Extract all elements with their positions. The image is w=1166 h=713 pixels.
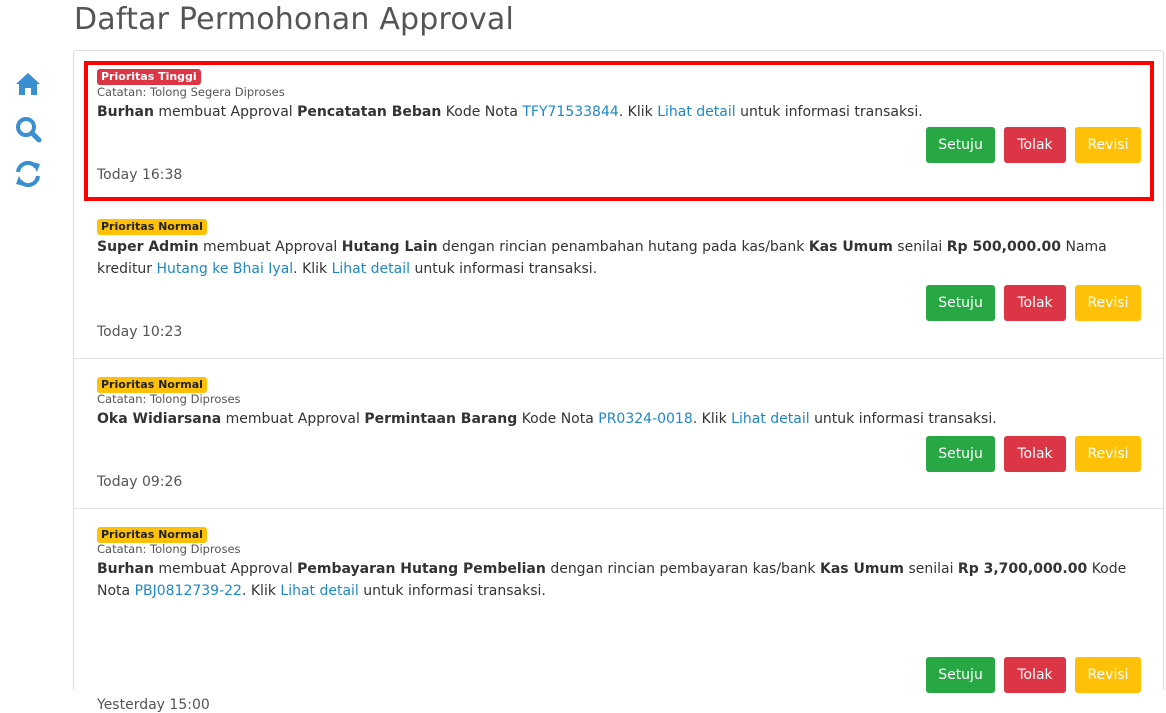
approval-message: Burhan membuat Approval Pencatatan Beban… (97, 101, 1137, 123)
detail-link[interactable]: Lihat detail (731, 411, 809, 427)
priority-badge: Prioritas Normal (97, 219, 207, 235)
refresh-icon[interactable] (14, 160, 42, 188)
message-text: Kode Nota (521, 411, 594, 427)
revise-button[interactable]: Revisi (1075, 127, 1141, 163)
message-text: membuat Approval (158, 104, 293, 120)
priority-badge: Prioritas Normal (97, 527, 207, 543)
detail-link[interactable]: Lihat detail (280, 583, 358, 599)
search-icon[interactable] (14, 115, 42, 143)
reject-button[interactable]: Tolak (1004, 436, 1066, 472)
user-name: Burhan (97, 104, 154, 120)
approval-message: Super Admin membuat Approval Hutang Lain… (97, 236, 1137, 280)
timestamp: Today 16:38 (97, 167, 183, 183)
approval-message: Oka Widiarsana membuat Approval Perminta… (97, 408, 1137, 430)
user-name: Super Admin (97, 239, 199, 255)
detail-link[interactable]: Lihat detail (657, 104, 735, 120)
approval-message: Burhan membuat Approval Pembayaran Hutan… (97, 558, 1137, 602)
timestamp: Today 10:23 (97, 324, 183, 340)
transaction-code-link[interactable]: PR0324-0018 (598, 411, 692, 427)
approval-item: Prioritas Tinggi Catatan: Tolong Segera … (84, 61, 1154, 201)
note-text: Catatan: Tolong Segera Diproses (97, 85, 285, 99)
message-text: membuat Approval (203, 239, 338, 255)
creditor-link[interactable]: Hutang ke Bhai Iyal (157, 261, 294, 277)
approve-button[interactable]: Setuju (926, 285, 995, 321)
message-text: untuk informasi transaksi. (414, 261, 598, 277)
user-name: Burhan (97, 561, 154, 577)
amount: Rp 3,700,000.00 (957, 561, 1088, 577)
approval-type: Pembayaran Hutang Pembelian (297, 561, 546, 577)
message-text: untuk informasi transaksi. (814, 411, 997, 427)
approve-button[interactable]: Setuju (926, 657, 995, 693)
detail-link[interactable]: Lihat detail (332, 261, 410, 277)
message-text: dengan rincian penambahan hutang pada ka… (442, 239, 805, 255)
transaction-code-link[interactable]: PBJ0812739-22 (135, 583, 242, 599)
page-title: Daftar Permohonan Approval (74, 2, 515, 37)
amount: Rp 500,000.00 (946, 239, 1062, 255)
approval-type: Permintaan Barang (364, 411, 518, 427)
sidebar (0, 0, 60, 679)
approval-item: Prioritas Normal Catatan: Tolong Diprose… (74, 359, 1163, 509)
message-text: untuk informasi transaksi. (740, 104, 923, 120)
note-text: Catatan: Tolong Diproses (97, 392, 241, 406)
message-text: Kode Nota (445, 104, 518, 120)
priority-badge: Prioritas Tinggi (97, 69, 201, 85)
account-name: Kas Umum (819, 561, 904, 577)
revise-button[interactable]: Revisi (1075, 657, 1141, 693)
timestamp: Yesterday 15:00 (97, 697, 210, 713)
priority-badge: Prioritas Normal (97, 377, 207, 393)
message-text: membuat Approval (225, 411, 360, 427)
message-text: senilai (897, 239, 943, 255)
revise-button[interactable]: Revisi (1075, 436, 1141, 472)
approve-button[interactable]: Setuju (926, 436, 995, 472)
approve-button[interactable]: Setuju (926, 127, 995, 163)
timestamp: Today 09:26 (97, 474, 183, 490)
approval-item: Prioritas Normal Super Admin membuat App… (74, 201, 1163, 359)
note-text: Catatan: Tolong Diproses (97, 542, 241, 556)
approval-type: Pencatatan Beban (297, 104, 442, 120)
transaction-code-link[interactable]: TFY71533844 (522, 104, 618, 120)
reject-button[interactable]: Tolak (1004, 657, 1066, 693)
approval-type: Hutang Lain (341, 239, 438, 255)
account-name: Kas Umum (808, 239, 893, 255)
message-text: . Klik (293, 261, 328, 277)
revise-button[interactable]: Revisi (1075, 285, 1141, 321)
message-text: . Klik (241, 583, 276, 599)
message-text: membuat Approval (158, 561, 293, 577)
reject-button[interactable]: Tolak (1004, 127, 1066, 163)
message-text: senilai (908, 561, 954, 577)
approval-list: Prioritas Tinggi Catatan: Tolong Segera … (73, 50, 1164, 713)
message-text: untuk informasi transaksi. (363, 583, 546, 599)
home-icon[interactable] (14, 70, 42, 98)
reject-button[interactable]: Tolak (1004, 285, 1066, 321)
message-text: . Klik (618, 104, 653, 120)
approval-item: Prioritas Normal Catatan: Tolong Diprose… (74, 509, 1163, 713)
message-text: . Klik (692, 411, 727, 427)
message-text: dengan rincian pembayaran kas/bank (550, 561, 816, 577)
user-name: Oka Widiarsana (97, 411, 222, 427)
